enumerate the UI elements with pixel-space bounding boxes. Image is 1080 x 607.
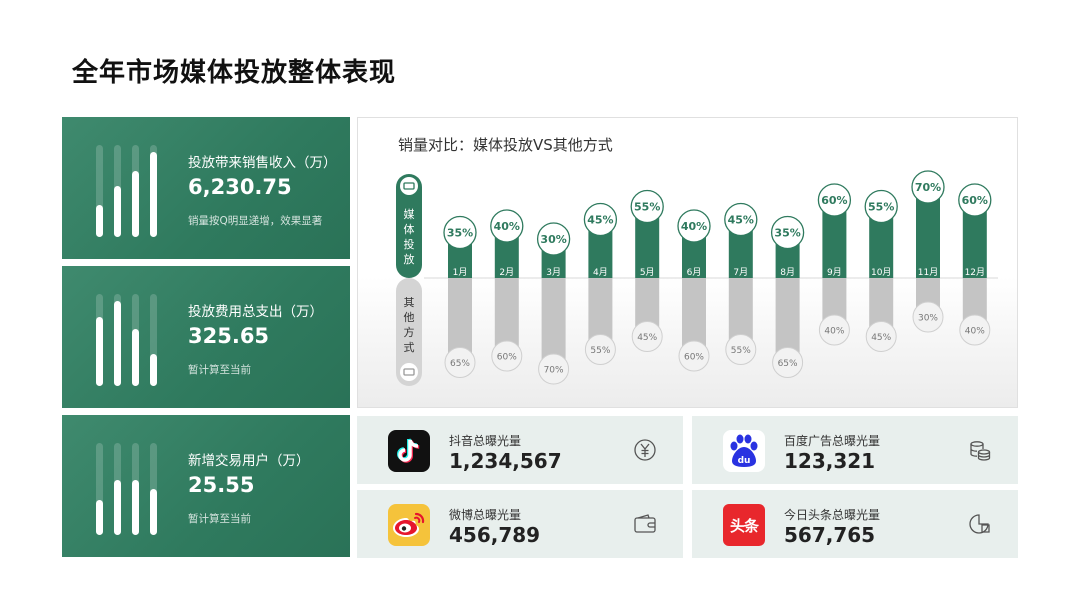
kpi-label: 投放费用总支出（万）: [188, 304, 323, 320]
kpi-note: 销量按Q明显递增，效果显著: [188, 215, 323, 227]
data-label-other: 60%: [684, 353, 704, 363]
x-tick-label: 9月: [827, 267, 842, 278]
toutiao-logo-icon: 头条: [723, 504, 765, 546]
kpi-bar: [150, 354, 157, 386]
kpi-label: 新增交易用户（万）: [188, 453, 310, 469]
data-label-other: 40%: [965, 327, 985, 337]
kpi-card-sales-revenue: 投放带来销售收入（万） 6,230.75 销量按Q明显递增，效果显著: [62, 117, 350, 259]
data-label-other: 65%: [450, 359, 470, 369]
kpi-bar: [96, 317, 103, 386]
kpi-value: 25.55: [188, 473, 255, 497]
platform-value: 456,789: [449, 523, 541, 547]
data-label-media: 40%: [494, 220, 520, 233]
x-tick-label: 8月: [780, 267, 795, 278]
data-label-media: 35%: [447, 227, 473, 240]
platform-label: 百度广告总曝光量: [784, 434, 881, 448]
kpi-note: 暂计算至当前: [188, 513, 251, 525]
kpi-bar: [114, 301, 121, 386]
x-tick-label: 11月: [918, 267, 938, 278]
data-label-media: 35%: [774, 227, 800, 240]
data-label-media: 60%: [821, 194, 847, 207]
baidu-logo-icon: du: [723, 430, 765, 472]
legend-media-label: 投: [404, 237, 415, 251]
data-label-media: 55%: [868, 201, 894, 214]
x-tick-label: 4月: [593, 267, 608, 278]
kpi-bar: [132, 171, 139, 237]
legend-media-icon: [400, 177, 418, 195]
yuan-icon: [634, 439, 656, 461]
kpi-note: 暂计算至当前: [188, 364, 251, 376]
data-label-media: 45%: [587, 214, 613, 227]
legend-media-label: 体: [404, 222, 415, 236]
coins-icon: [970, 441, 991, 461]
kpi-value: 6,230.75: [188, 175, 292, 199]
x-tick-label: 1月: [453, 267, 468, 278]
legend-media-label: 媒: [404, 208, 415, 221]
data-label-other: 55%: [731, 346, 751, 356]
kpi-card-new-users: 新增交易用户（万） 25.55 暂计算至当前: [62, 415, 350, 557]
tiktok-logo-icon: [388, 430, 430, 472]
bar-chart-icon: [92, 286, 162, 386]
kpi-bar: [96, 205, 103, 237]
pie-chart-icon: [969, 514, 990, 534]
x-tick-label: 6月: [687, 267, 702, 278]
toutiao-logo-text: 头条: [729, 516, 759, 535]
legend-other-icon: [400, 363, 418, 381]
chart-canvas: 媒体投放其他方式 1月 35% 65% 2月 40% 60% 3月 30% 70% 4月 45% 55%…: [396, 170, 998, 386]
data-label-other: 65%: [778, 359, 798, 369]
data-label-other: 55%: [590, 346, 610, 356]
data-label-media: 60%: [962, 194, 988, 207]
x-tick-label: 2月: [499, 267, 514, 278]
data-label-media: 40%: [681, 220, 707, 233]
platform-tile-toutiao: 头条 今日头条总曝光量 567,765: [692, 490, 1018, 558]
legend-other-label: 其: [404, 296, 415, 309]
kpi-label: 投放带来销售收入（万）: [188, 155, 337, 171]
legend-other-label: 他: [404, 311, 415, 324]
bar-chart-icon: [92, 435, 162, 535]
data-label-other: 45%: [871, 333, 891, 343]
platform-tile-douyin: 抖音总曝光量 1,234,567: [357, 416, 683, 484]
platform-value: 567,765: [784, 523, 876, 547]
page-title: 全年市场媒体投放整体表现: [72, 58, 397, 88]
wallet-icon: [634, 514, 656, 533]
kpi-bar: [96, 500, 103, 535]
data-label-media: 30%: [540, 233, 566, 246]
x-tick-label: 12月: [965, 267, 985, 278]
svg-text:du: du: [738, 456, 751, 466]
kpi-bar: [114, 186, 121, 237]
legend-media-label: 放: [404, 252, 415, 266]
data-label-media: 70%: [915, 181, 941, 194]
kpi-value: 325.65: [188, 324, 270, 348]
platform-label: 今日头条总曝光量: [784, 508, 881, 522]
bar-chart-icon: [92, 137, 162, 237]
platform-value: 123,321: [784, 449, 876, 473]
data-label-other: 30%: [918, 314, 938, 324]
data-label-media: 55%: [634, 201, 660, 214]
legend-other-label: 式: [404, 341, 415, 354]
sales-comparison-chart: 销量对比：媒体投放VS其他方式 媒体投放其他方式 1月 35% 65% 2月 40% 60%…: [357, 117, 1018, 408]
data-label-media: 45%: [728, 214, 754, 227]
platform-tile-baidu: du 百度广告总曝光量 123,321: [692, 416, 1018, 484]
data-label-other: 60%: [497, 353, 517, 363]
platform-tile-weibo: 微博总曝光量 456,789: [357, 490, 683, 558]
legend-other-label: 方: [404, 325, 415, 339]
platform-label: 抖音总曝光量: [449, 434, 522, 448]
platform-label: 微博总曝光量: [449, 508, 522, 522]
weibo-logo-icon: [388, 504, 430, 546]
x-tick-label: 3月: [546, 267, 561, 278]
x-tick-label: 7月: [733, 267, 748, 278]
x-tick-label: 5月: [640, 267, 655, 278]
kpi-bar: [132, 480, 139, 535]
kpi-bar: [114, 480, 121, 535]
data-label-other: 70%: [544, 366, 564, 376]
kpi-bar: [132, 329, 139, 386]
kpi-bar: [150, 489, 157, 535]
x-tick-label: 10月: [871, 267, 891, 278]
platform-value: 1,234,567: [449, 449, 562, 473]
kpi-bar: [150, 152, 157, 237]
data-label-other: 45%: [637, 333, 657, 343]
data-label-other: 40%: [824, 327, 844, 337]
kpi-card-total-spend: 投放费用总支出（万） 325.65 暂计算至当前: [62, 266, 350, 408]
